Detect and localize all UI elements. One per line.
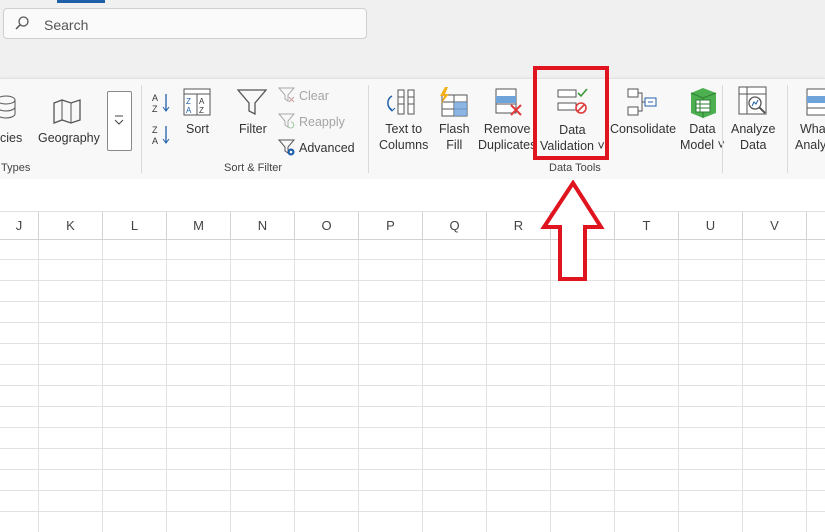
analyze-data-line2: Data [740,138,767,152]
cell-grid[interactable] [0,240,825,532]
data-types-gallery-more-button[interactable] [107,91,132,151]
svg-text:A: A [186,106,192,115]
sort-dialog-icon: ZAAZ [183,88,211,121]
search-icon [15,16,29,30]
geography-button[interactable]: Geography [38,130,100,146]
search-placeholder: Search [44,17,89,33]
column-header-u[interactable]: U [679,212,743,239]
currencies-button-partial[interactable]: cies [0,130,22,146]
svg-text:A: A [199,97,205,106]
svg-text:Z: Z [152,125,158,135]
remove-duplicates-button[interactable]: Remove Duplicates [478,121,536,153]
sort-a-to-z-button[interactable]: AZ [151,91,173,120]
data-model-button[interactable]: Data Model ˅ [680,121,725,153]
column-header-q[interactable]: Q [423,212,487,239]
column-header-j[interactable]: J [0,212,39,239]
geography-map-icon [52,99,82,130]
data-validation-highlight-box [533,66,609,160]
column-header-o[interactable]: O [295,212,359,239]
data-model-line2: Model ˅ [680,138,725,152]
svg-text:A: A [152,136,158,146]
column-header-p[interactable]: P [359,212,423,239]
svg-text:Z: Z [186,97,191,106]
what-if-analysis-icon [806,88,825,123]
remove-duplicates-line2: Duplicates [478,138,537,152]
flash-fill-icon [437,86,469,123]
remove-duplicates-icon [495,88,525,123]
active-tab-indicator [57,0,105,3]
group-separator [368,85,369,173]
reapply-button[interactable]: Reapply [299,114,345,130]
column-header-m[interactable]: M [167,212,231,239]
filter-funnel-icon [236,88,268,121]
sort-ascending-icon: AZ [152,93,170,114]
column-header-k[interactable]: K [39,212,103,239]
clear-button[interactable]: Clear [299,88,329,104]
search-box[interactable]: Search [3,8,367,39]
what-if-line1: What [800,122,825,136]
text-to-columns-line1: Text to [385,122,423,136]
clear-filter-icon [277,87,296,108]
what-if-line2: Analy [795,138,825,152]
data-tools-group-label: Data Tools [549,162,601,174]
gallery-more-icon [114,115,124,125]
text-to-columns-icon [386,88,418,123]
data-model-line1: Data [689,122,716,136]
red-arrow-annotation [540,180,605,281]
column-header-t[interactable]: T [615,212,679,239]
group-separator [722,85,723,173]
analyze-data-icon [738,86,768,123]
flash-fill-button[interactable]: Flash Fill [439,121,470,153]
sort-filter-group-label: Sort & Filter [224,162,283,174]
advanced-button[interactable]: Advanced [299,140,355,156]
data-model-icon [688,87,720,124]
svg-text:A: A [152,93,158,103]
currencies-icon [0,93,20,128]
text-to-columns-line2: Columns [379,138,429,152]
formula-bar-area [0,179,825,211]
filter-button[interactable]: Filter [239,121,267,137]
data-types-group-label: Types [1,162,31,174]
analyze-data-button[interactable]: Analyze Data [731,121,775,153]
svg-text:Z: Z [152,104,158,114]
group-separator [787,85,788,173]
reapply-icon [277,113,296,134]
consolidate-button[interactable]: Consolidate [610,121,676,137]
flash-fill-line1: Flash [439,122,470,136]
text-to-columns-button[interactable]: Text to Columns [379,121,428,153]
column-header-v[interactable]: V [743,212,807,239]
sort-z-to-a-button[interactable]: ZA [151,123,173,152]
column-header-l[interactable]: L [103,212,167,239]
remove-duplicates-line1: Remove [483,122,531,136]
column-header-n[interactable]: N [231,212,295,239]
ribbon: cies Geography Types AZ ZA ZAAZ Sort Fil… [0,78,825,179]
sort-button[interactable]: Sort [186,121,209,137]
svg-text:Z: Z [199,106,204,115]
flash-fill-line2: Fill [446,138,463,152]
advanced-filter-icon [277,139,296,162]
sort-descending-icon: ZA [152,125,170,146]
analyze-data-line1: Analyze [731,122,776,136]
column-header-row: J K L M N O P Q R S T U V [0,212,825,240]
what-if-analysis-button[interactable]: What Analy [795,121,825,153]
group-separator [141,85,142,173]
consolidate-icon [626,88,658,123]
